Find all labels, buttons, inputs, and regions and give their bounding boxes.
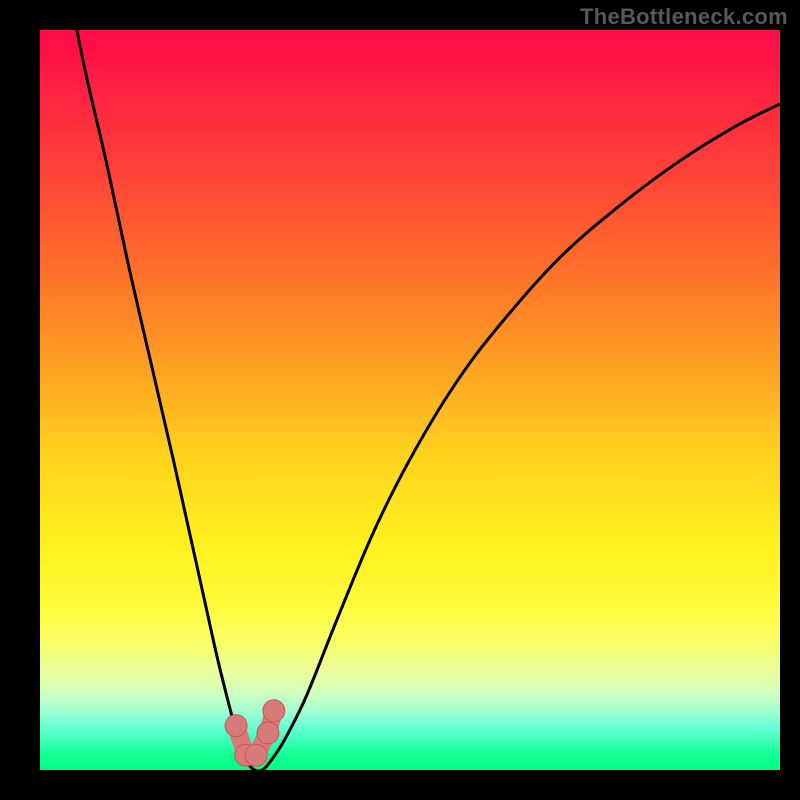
data-marker bbox=[257, 722, 279, 744]
watermark-label: TheBottleneck.com bbox=[580, 4, 788, 30]
chart-frame: TheBottleneck.com bbox=[0, 0, 800, 800]
bottleneck-curve bbox=[40, 30, 780, 770]
data-marker bbox=[225, 715, 247, 737]
data-marker bbox=[245, 744, 267, 766]
bottleneck-curve-svg bbox=[40, 30, 780, 770]
data-marker bbox=[263, 700, 285, 722]
plot-area bbox=[40, 30, 780, 770]
